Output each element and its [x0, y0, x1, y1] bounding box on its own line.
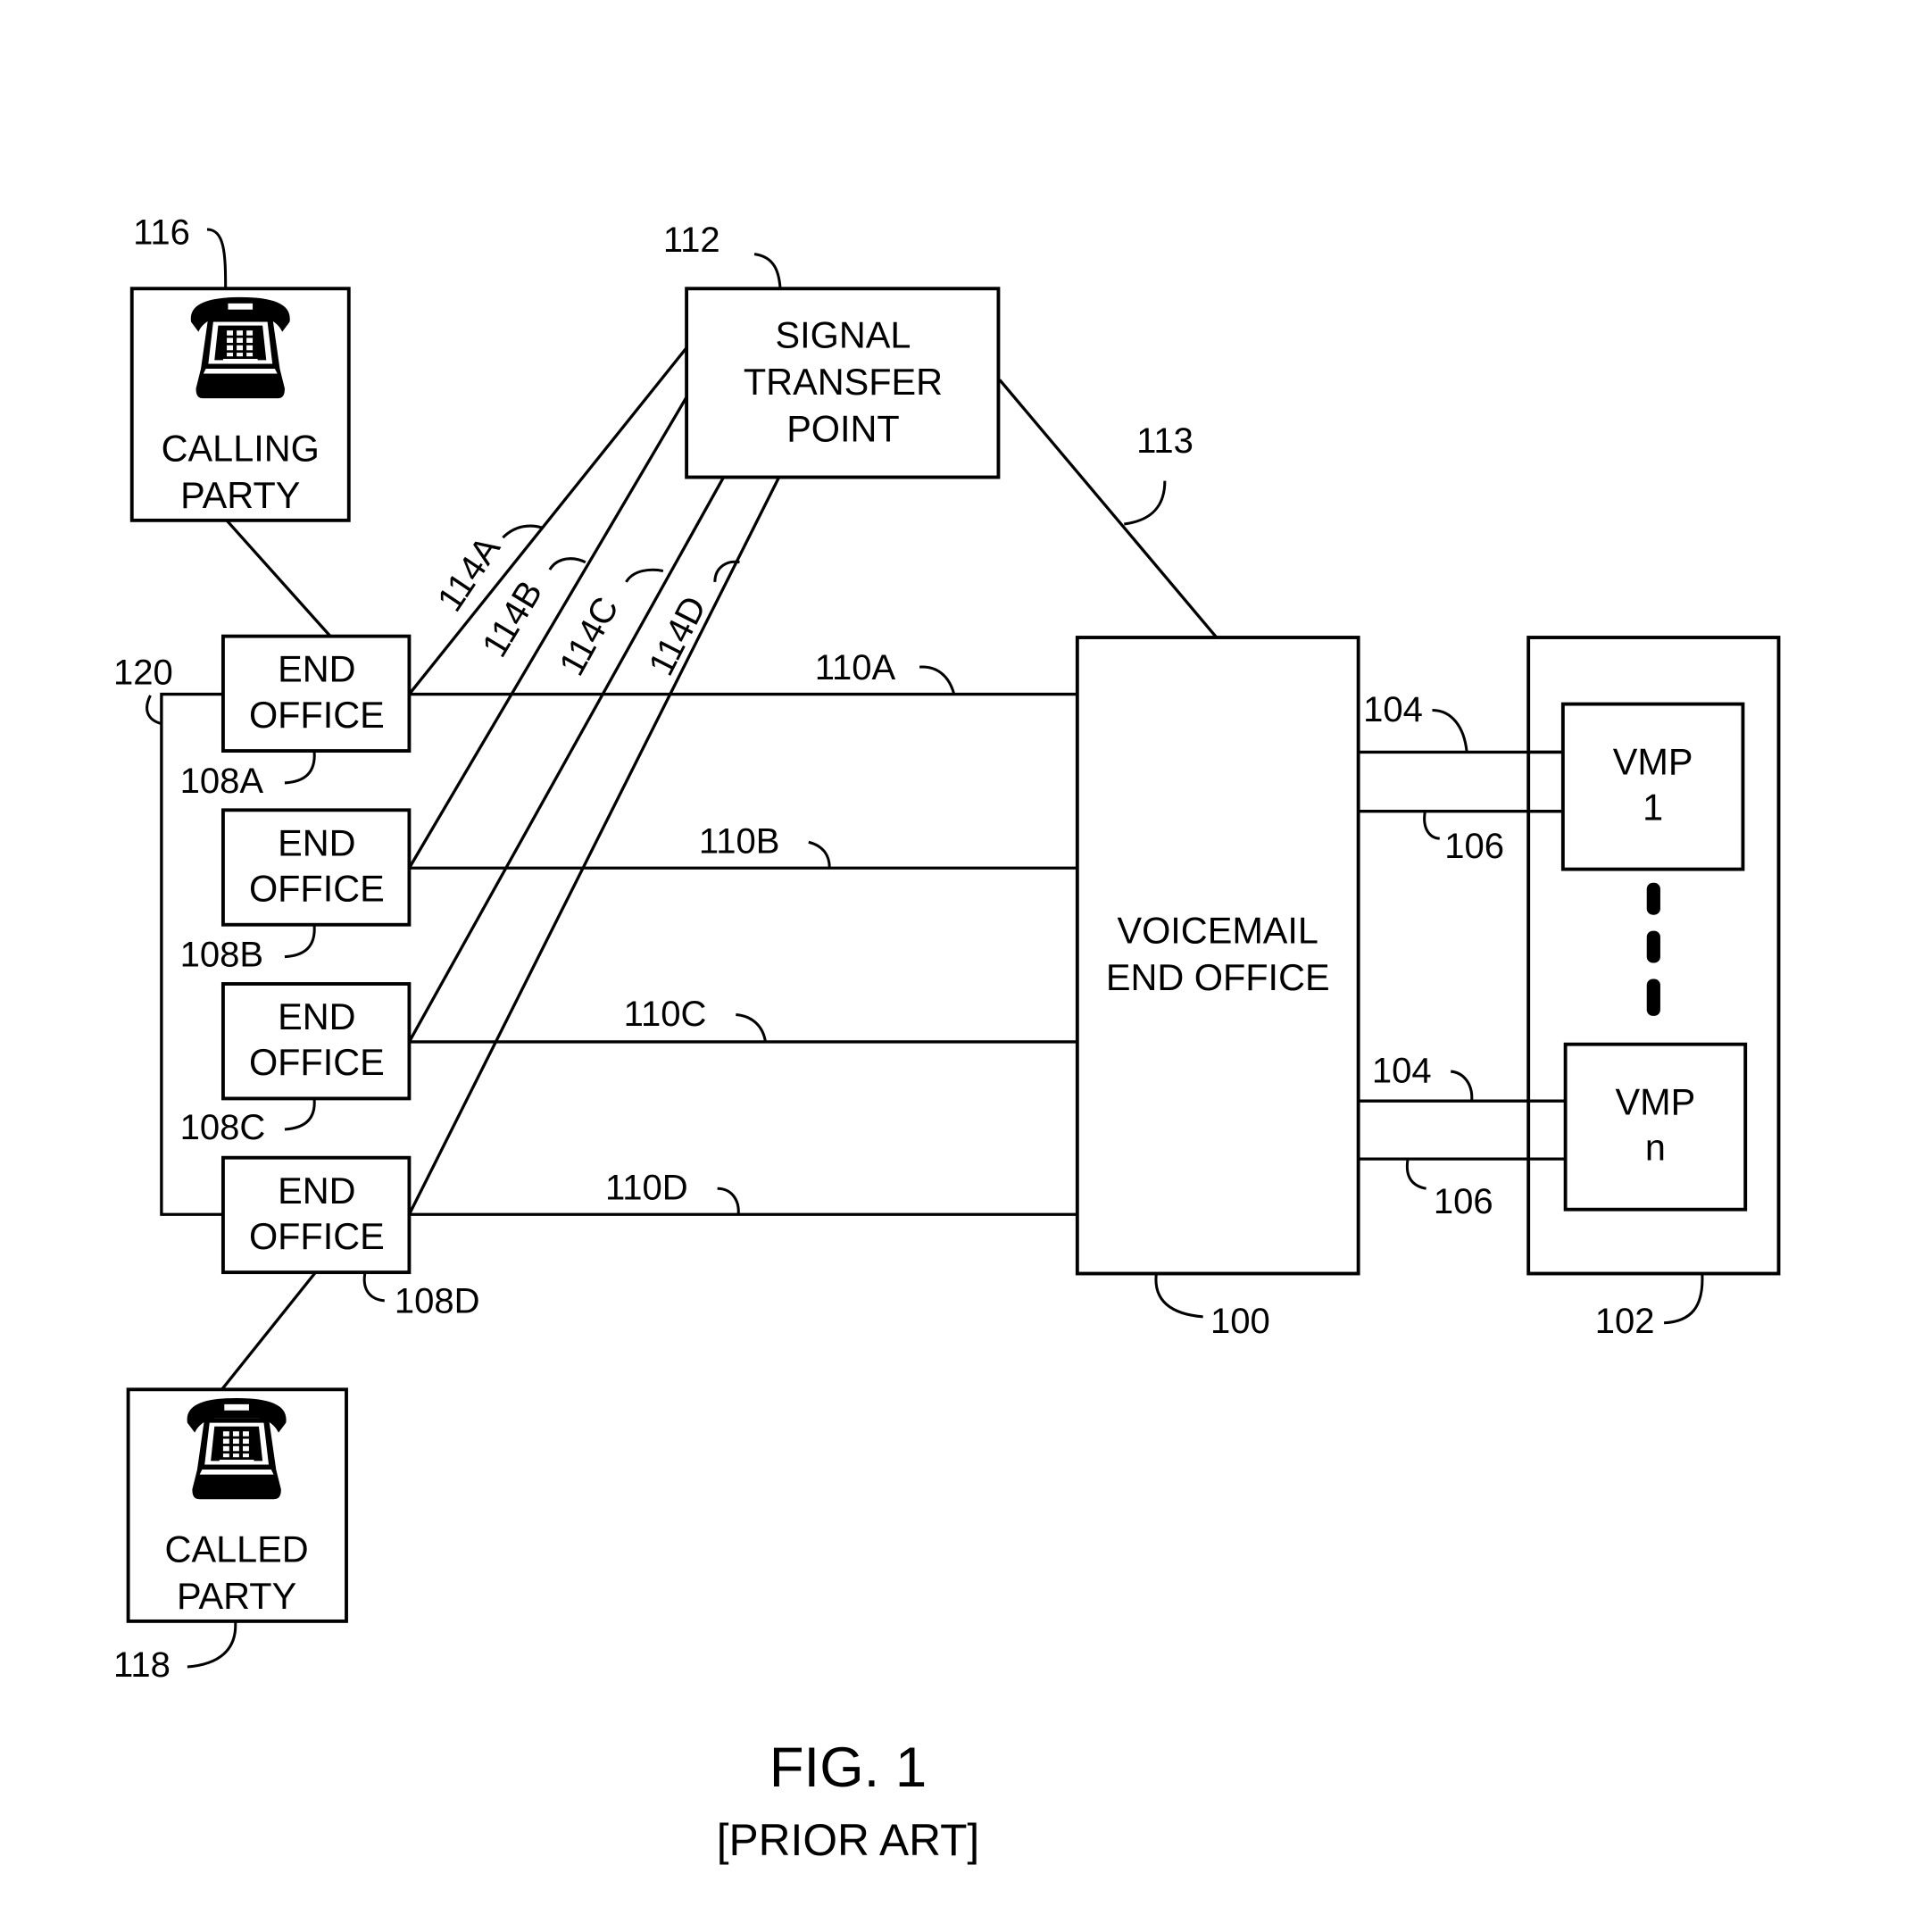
ref-120: 120 [113, 653, 173, 692]
ref-106-vmpn: 106 [1434, 1182, 1493, 1221]
telephone-icon [187, 1397, 287, 1500]
leader-108d [362, 1273, 386, 1303]
leader-118 [187, 1622, 237, 1669]
calling-party-node: CALLING PARTY [129, 287, 351, 522]
end-office-label: END [278, 649, 355, 690]
voicemail-end-office-node: VOICEMAIL END OFFICE [1075, 636, 1360, 1276]
ref-100: 100 [1210, 1302, 1270, 1341]
veo-label-1: VOICEMAIL [1117, 910, 1318, 951]
ref-108b: 108B [180, 936, 264, 975]
leader-110c [736, 1013, 767, 1043]
ref-110d: 110D [605, 1169, 688, 1208]
leader-114c [625, 568, 664, 583]
leader-110b [808, 840, 831, 869]
end-office-label: OFFICE [249, 695, 385, 736]
ref-106-vmp1: 106 [1444, 827, 1504, 866]
end-office-label: OFFICE [249, 1042, 385, 1083]
vmp-1-label-1: VMP [1613, 741, 1693, 782]
vmp-n-label-2: n [1645, 1127, 1666, 1168]
veo-label-2: END OFFICE [1106, 957, 1330, 998]
leader-106-vmp1 [1423, 812, 1440, 840]
end-office-108a: END OFFICE [220, 634, 412, 753]
end-office-label: OFFICE [249, 869, 385, 910]
calling-party-label-1: CALLING [162, 429, 320, 470]
end-office-108c: END OFFICE [220, 982, 412, 1101]
stp-veo-link-113 [998, 379, 1218, 639]
leader-110d [717, 1187, 740, 1215]
end-office-108b: END OFFICE [220, 808, 412, 927]
ref-108a: 108A [180, 762, 264, 801]
leader-108b [284, 926, 316, 959]
network-diagram: CALLING PARTY CALLED PARTY SIGNAL TRANSF… [113, 213, 1781, 1865]
stp-label-1: SIGNAL [776, 315, 911, 356]
leader-104-vmpn [1450, 1070, 1474, 1102]
leader-113 [1124, 480, 1167, 526]
signal-transfer-point-node: SIGNAL TRANSFER POINT [685, 287, 1001, 479]
end-office-label: END [278, 822, 355, 863]
ref-110a: 110A [815, 648, 896, 687]
leader-114b [548, 557, 586, 570]
called-party-link [220, 1271, 317, 1391]
vmp-1-label-2: 1 [1643, 787, 1663, 828]
ref-118: 118 [113, 1645, 171, 1685]
vmp-ellipsis [1646, 882, 1660, 1016]
ref-112: 112 [663, 221, 720, 260]
end-office-label: END [278, 996, 355, 1037]
telephone-icon [190, 296, 290, 399]
figure-title: FIG. 1 [769, 1736, 927, 1799]
vmp-1-node: VMP 1 [1560, 702, 1745, 871]
ref-113: 113 [1136, 421, 1194, 461]
called-party-node: CALLED PARTY [126, 1387, 348, 1623]
ref-110b: 110B [699, 822, 780, 862]
ref-104-vmp1: 104 [1363, 690, 1423, 729]
ref-114a: 114A [430, 529, 508, 619]
end-office-108d: END OFFICE [220, 1155, 412, 1275]
calling-party-label-2: PARTY [180, 475, 300, 516]
leader-106-vmpn [1405, 1160, 1426, 1190]
ref-102: 102 [1595, 1302, 1655, 1341]
leader-120 [146, 695, 162, 726]
calling-party-link [224, 518, 332, 637]
stp-label-2: TRANSFER [744, 362, 943, 403]
ref-108d: 108D [395, 1282, 480, 1321]
called-party-label-1: CALLED [165, 1529, 309, 1570]
ref-108c: 108C [180, 1108, 266, 1147]
stp-label-3: POINT [786, 408, 900, 449]
ref-116: 116 [133, 213, 190, 253]
leader-112 [753, 253, 782, 289]
leader-102 [1664, 1274, 1704, 1325]
figure-subtitle: [PRIOR ART] [717, 1815, 980, 1865]
end-office-label: OFFICE [249, 1216, 385, 1257]
called-party-label-2: PARTY [177, 1576, 296, 1617]
leader-108c [284, 1099, 316, 1131]
leader-104-vmp1 [1432, 708, 1468, 753]
vmp-n-node: VMP n [1563, 1042, 1748, 1212]
end-office-label: END [278, 1170, 355, 1212]
leader-116 [206, 228, 228, 289]
signaling-link-114a [408, 346, 688, 695]
leader-100 [1154, 1274, 1203, 1319]
signaling-link-114b [407, 396, 688, 870]
vmp-n-label-1: VMP [1616, 1081, 1696, 1122]
ref-104-vmpn: 104 [1372, 1051, 1432, 1090]
leader-108a [284, 752, 316, 785]
ref-110c: 110C [624, 995, 707, 1034]
leader-110a [919, 665, 956, 695]
